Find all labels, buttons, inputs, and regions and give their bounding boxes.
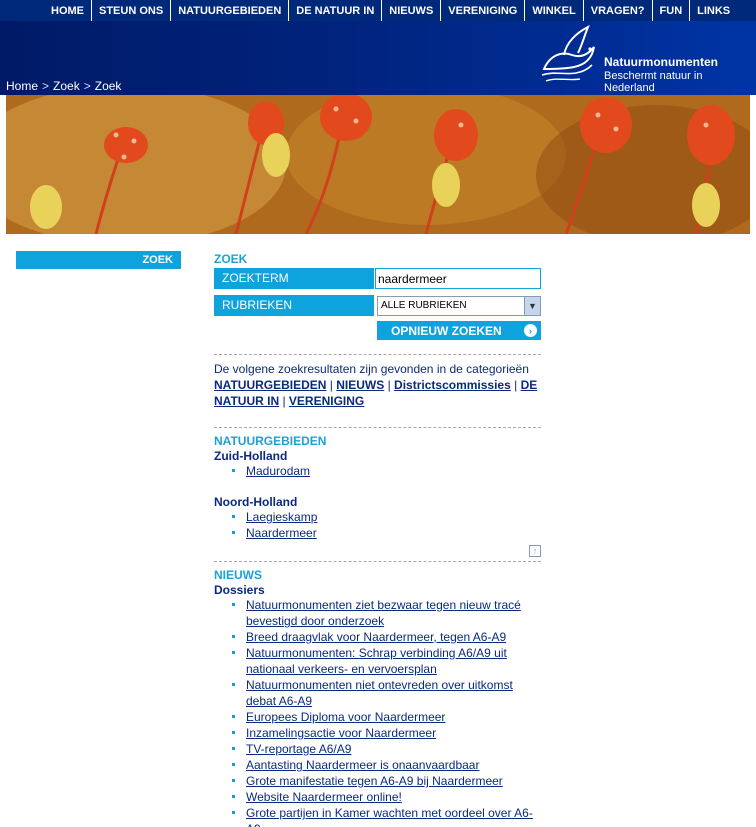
result-item[interactable]: Natuurmonumenten ziet bezwaar tegen nieu… <box>231 597 541 629</box>
rubrieken-select[interactable]: ALLE RUBRIEKEN ▼ <box>377 295 541 316</box>
nav-natuurgebieden[interactable]: NATUURGEBIEDEN <box>171 0 290 21</box>
result-item[interactable]: TV-reportage A6/A9 <box>231 741 541 757</box>
result-link[interactable]: Laegieskamp <box>246 510 317 524</box>
result-item[interactable]: Europees Diploma voor Naardermeer <box>231 709 541 725</box>
breadcrumb-separator: > <box>83 79 91 93</box>
header-banner-image <box>6 95 750 234</box>
result-item[interactable]: Grote partijen in Kamer wachten met oord… <box>231 805 541 827</box>
sidebar-zoek-tab[interactable]: ZOEK <box>16 251 181 269</box>
result-link[interactable]: Europees Diploma voor Naardermeer <box>246 710 445 724</box>
chevron-down-icon[interactable]: ▼ <box>524 296 540 315</box>
category-link-districtscommissies[interactable]: Districtscommissies <box>394 378 511 392</box>
nav-winkel[interactable]: WINKEL <box>525 0 584 21</box>
nav-nieuws[interactable]: NIEUWS <box>382 0 442 21</box>
result-link[interactable]: TV-reportage A6/A9 <box>246 742 351 756</box>
search-section-title: ZOEK <box>214 252 248 266</box>
top-navigation: HOME STEUN ONS NATUURGEBIEDEN DE NATUUR … <box>0 0 756 21</box>
region-heading-zuid-holland: Zuid-Holland <box>214 449 288 463</box>
bird-logo-icon <box>541 25 595 82</box>
breadcrumb-current: Zoek <box>94 79 122 93</box>
nav-de-natuur-in[interactable]: DE NATUUR IN <box>289 0 383 21</box>
result-item[interactable]: Aantasting Naardermeer is onaanvaardbaar <box>231 757 541 773</box>
logo-name: Natuurmonumenten <box>604 55 718 69</box>
result-link[interactable]: Breed draagvlak voor Naardermeer, tegen … <box>246 630 506 644</box>
result-link[interactable]: Natuurmonumenten ziet bezwaar tegen nieu… <box>246 598 521 628</box>
nav-fun[interactable]: FUN <box>653 0 691 21</box>
breadcrumb: Home > Zoek > Zoek <box>6 79 121 93</box>
breadcrumb-zoek[interactable]: Zoek <box>53 79 80 93</box>
results-intro: De volgene zoekresultaten zijn gevonden … <box>214 362 538 408</box>
nieuws-results: Natuurmonumenten ziet bezwaar tegen nieu… <box>214 597 541 827</box>
category-link-natuurgebieden[interactable]: NATUURGEBIEDEN <box>214 378 326 392</box>
search-term-input[interactable] <box>375 268 541 289</box>
region-heading-noord-holland: Noord-Holland <box>214 495 298 509</box>
site-header: Home > Zoek > Zoek Natuurmonumenten Besc… <box>0 21 756 95</box>
back-to-top-row: ↑ <box>214 545 541 559</box>
nav-home[interactable]: HOME <box>44 0 92 21</box>
result-link[interactable]: Madurodam <box>246 464 310 478</box>
result-item[interactable]: Madurodam <box>231 463 541 479</box>
logo-tagline: Beschermt natuur in Nederland <box>604 70 703 94</box>
result-link[interactable]: Grote manifestatie tegen A6-A9 bij Naard… <box>246 774 503 788</box>
search-term-row: ZOEKTERM <box>214 268 541 289</box>
result-link[interactable]: Aantasting Naardermeer is onaanvaardbaar <box>246 758 479 772</box>
dossiers-heading: Dossiers <box>214 583 265 597</box>
breadcrumb-separator: > <box>42 79 50 93</box>
result-link[interactable]: Inzamelingsactie voor Naardermeer <box>246 726 436 740</box>
result-item[interactable]: Laegieskamp <box>231 509 541 525</box>
result-item[interactable]: Inzamelingsactie voor Naardermeer <box>231 725 541 741</box>
category-link-vereniging[interactable]: VERENIGING <box>289 394 364 408</box>
search-term-label: ZOEKTERM <box>214 268 374 289</box>
result-link[interactable]: Website Naardermeer online! <box>246 790 402 804</box>
result-item[interactable]: Grote manifestatie tegen A6-A9 bij Naard… <box>231 773 541 789</box>
sundew-photo <box>6 95 750 234</box>
result-link[interactable]: Natuurmonumenten: Schrap verbinding A6/A… <box>246 646 507 676</box>
nieuws-section-title: NIEUWS <box>214 568 262 582</box>
arrow-right-icon: › <box>524 324 537 337</box>
result-item[interactable]: Website Naardermeer online! <box>231 789 541 805</box>
divider <box>214 561 541 562</box>
search-again-button[interactable]: OPNIEUW ZOEKEN › <box>377 321 541 340</box>
site-logo[interactable]: Natuurmonumenten Beschermt natuur in Ned… <box>536 25 750 94</box>
search-again-label: OPNIEUW ZOEKEN <box>391 323 502 338</box>
rubrieken-selected-value: ALLE RUBRIEKEN <box>381 300 467 311</box>
nav-vereniging[interactable]: VERENIGING <box>441 0 526 21</box>
nav-links[interactable]: LINKS <box>690 0 737 21</box>
main-content: ZOEK ZOEKTERM RUBRIEKEN ALLE RUBRIEKEN ▼… <box>214 252 541 827</box>
nav-vragen[interactable]: VRAGEN? <box>584 0 653 21</box>
nav-steun-ons[interactable]: STEUN ONS <box>92 0 172 21</box>
noord-holland-results: Laegieskamp Naardermeer <box>214 509 541 541</box>
back-to-top-icon[interactable]: ↑ <box>529 545 541 557</box>
result-item[interactable]: Naardermeer <box>231 525 541 541</box>
rubrieken-label: RUBRIEKEN <box>214 295 374 316</box>
result-item[interactable]: Natuurmonumenten: Schrap verbinding A6/A… <box>231 645 541 677</box>
result-item[interactable]: Breed draagvlak voor Naardermeer, tegen … <box>231 629 541 645</box>
zuid-holland-results: Madurodam <box>214 463 541 479</box>
category-link-nieuws[interactable]: NIEUWS <box>336 378 384 392</box>
result-item[interactable]: Natuurmonumenten niet ontevreden over ui… <box>231 677 541 709</box>
rubrieken-row: RUBRIEKEN ALLE RUBRIEKEN ▼ <box>214 295 541 316</box>
natuurgebieden-section-title: NATUURGEBIEDEN <box>214 434 327 448</box>
result-link[interactable]: Natuurmonumenten niet ontevreden over ui… <box>246 678 513 708</box>
result-link[interactable]: Grote partijen in Kamer wachten met oord… <box>246 806 533 827</box>
breadcrumb-home[interactable]: Home <box>6 79 38 93</box>
results-intro-text: De volgene zoekresultaten zijn gevonden … <box>214 362 529 376</box>
result-link[interactable]: Naardermeer <box>246 526 317 540</box>
divider <box>214 427 541 428</box>
divider <box>214 354 541 355</box>
